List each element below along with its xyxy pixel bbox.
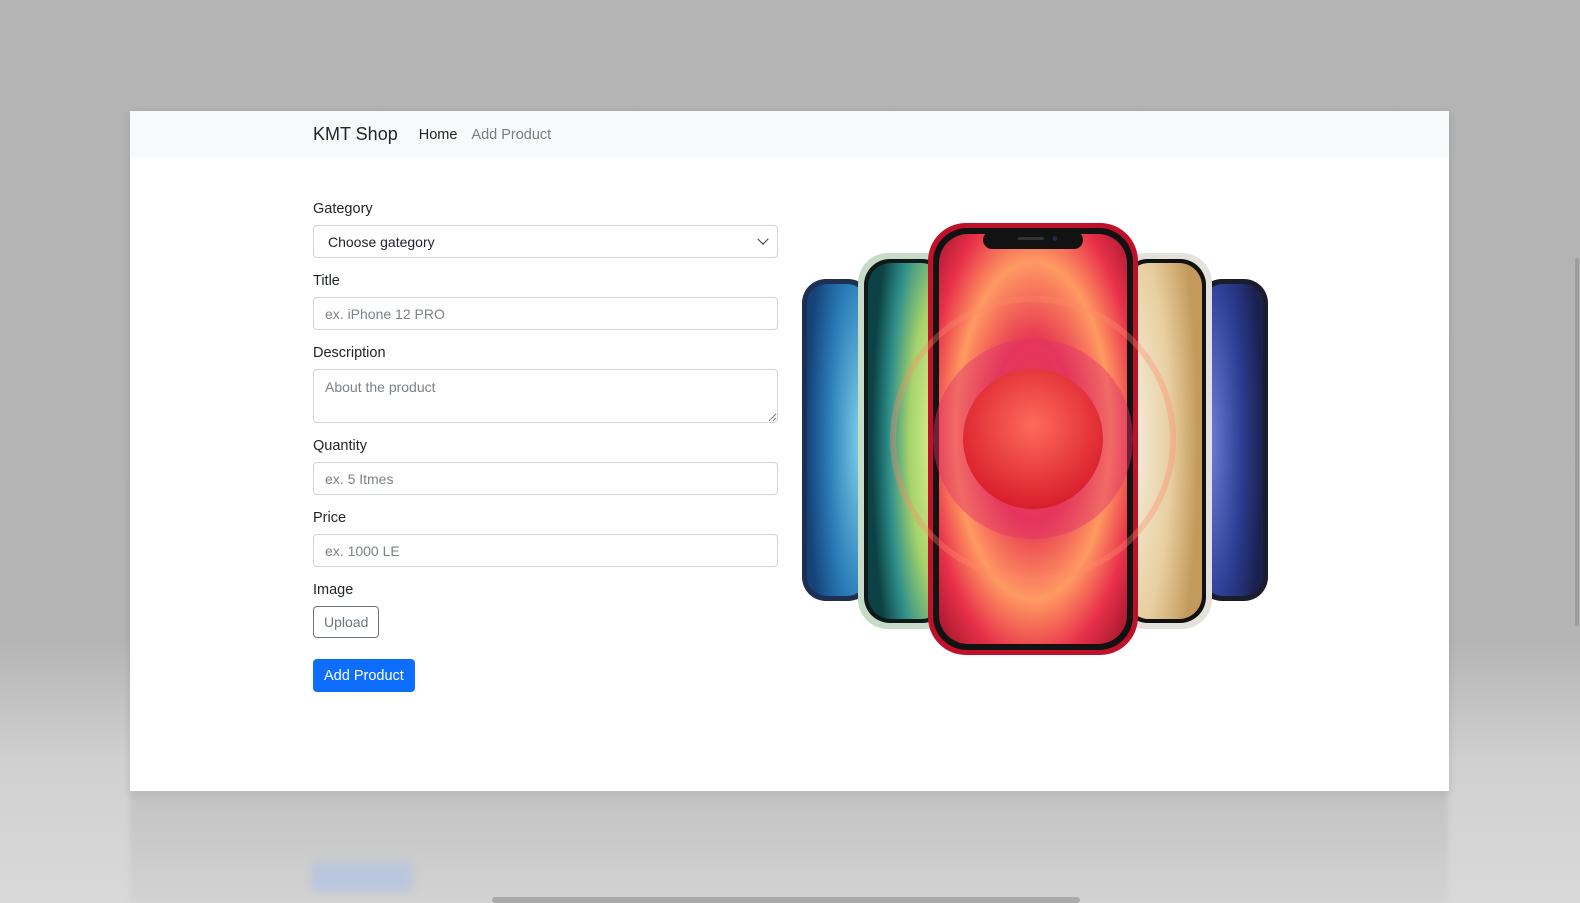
vertical-scrollbar[interactable] xyxy=(1575,258,1579,626)
nav-link-add-product[interactable]: Add Product xyxy=(471,127,551,143)
navbar-brand[interactable]: KMT Shop xyxy=(313,124,398,145)
description-textarea[interactable] xyxy=(313,369,778,423)
price-input[interactable] xyxy=(313,534,778,567)
product-image xyxy=(802,223,1268,655)
title-input[interactable] xyxy=(313,297,778,330)
window-reflection xyxy=(130,792,1448,903)
category-selected-value: Choose gategory xyxy=(328,233,435,250)
horizontal-scrollbar[interactable] xyxy=(492,897,1080,903)
category-select[interactable]: Choose gategory xyxy=(313,225,778,258)
title-field: Title xyxy=(313,273,778,330)
title-label: Title xyxy=(313,273,340,289)
image-label: Image xyxy=(313,582,354,598)
price-field: Price xyxy=(313,510,778,567)
quantity-field: Quantity xyxy=(313,438,778,495)
app-window: KMT Shop Home Add Product Gategory Choos… xyxy=(130,111,1449,791)
category-label: Gategory xyxy=(313,201,373,217)
add-product-form: Gategory Choose gategory Title Descripti… xyxy=(313,201,778,692)
image-field: Image Upload xyxy=(313,582,778,638)
description-label: Description xyxy=(313,345,386,361)
add-product-button[interactable]: Add Product xyxy=(313,659,415,692)
nav-link-home[interactable]: Home xyxy=(419,127,458,143)
navbar: KMT Shop Home Add Product xyxy=(130,111,1449,158)
upload-button[interactable]: Upload xyxy=(313,606,380,638)
reflection-button-ghost xyxy=(312,862,412,892)
price-label: Price xyxy=(313,510,347,526)
category-field: Gategory Choose gategory xyxy=(313,201,778,258)
quantity-label: Quantity xyxy=(313,438,367,454)
quantity-input[interactable] xyxy=(313,462,778,495)
chevron-down-icon xyxy=(757,233,769,245)
description-field: Description xyxy=(313,345,778,423)
